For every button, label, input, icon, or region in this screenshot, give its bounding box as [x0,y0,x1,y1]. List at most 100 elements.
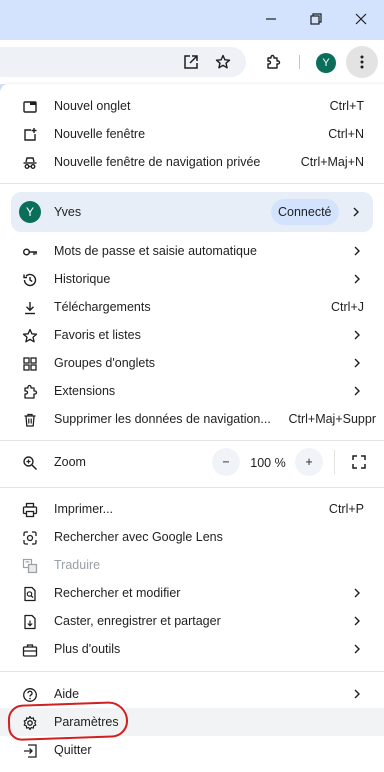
help-icon [23,688,37,702]
menu-item-label: Groupes d'onglets [54,356,156,370]
menu-item-cast-save-share[interactable]: Caster, enregistrer et partager [0,607,384,635]
menu-item-label: Traduire [54,558,101,572]
toolbar-separator [299,55,300,69]
chrome-main-menu: Nouvel onglet Ctrl+T Nouvelle fenêtre Ct… [0,84,384,772]
open-in-app-button[interactable] [177,48,205,76]
close-window-button[interactable] [344,4,378,34]
chevron-right-icon [354,358,360,368]
puzzle-icon [24,384,38,399]
extensions-button[interactable] [259,48,287,76]
google-lens-icon [23,531,37,545]
menu-divider [0,183,384,184]
menu-item-label: Rechercher avec Google Lens [54,530,223,544]
menu-item-label: Téléchargements [54,300,151,314]
zoom-icon [23,456,38,471]
chevron-right-icon [354,274,360,284]
puzzle-icon [267,54,281,69]
menu-item-translate: Traduire [0,551,384,579]
menu-item-label: Supprimer les données de navigation... [54,412,271,426]
menu-item-passwords[interactable]: Mots de passe et saisie automatique [0,237,384,265]
menu-item-label: Quitter [54,743,92,757]
menu-item-clear-browsing-data[interactable]: Supprimer les données de navigation... C… [0,405,384,433]
exit-icon [24,744,37,758]
title-bar [0,0,384,40]
menu-item-label: Mots de passe et saisie automatique [54,244,257,258]
fullscreen-button[interactable] [345,448,373,476]
chevron-right-icon [354,616,360,626]
menu-item-label: Nouvelle fenêtre [54,127,146,141]
incognito-icon [23,157,37,169]
tab-groups-icon [23,357,37,371]
shortcut-label: Ctrl+J [331,300,364,314]
menu-item-find-and-edit[interactable]: Rechercher et modifier [0,579,384,607]
history-icon [23,273,37,287]
sync-status-badge: Connecté [271,199,339,225]
menu-divider [0,671,384,672]
chevron-right-icon [354,588,360,598]
red-annotation-circle [7,700,129,742]
translate-icon [22,558,38,574]
menu-item-incognito-window[interactable]: Nouvelle fenêtre de navigation privée Ct… [0,148,384,176]
menu-item-extensions[interactable]: Extensions [0,377,384,405]
restore-button[interactable] [299,4,333,34]
menu-item-quit[interactable]: Quitter [0,736,384,764]
shortcut-label: Ctrl+P [328,502,364,516]
profile-row[interactable]: Y Yves Connecté [11,192,373,232]
menu-item-bookmarks[interactable]: Favoris et listes [0,321,384,349]
zoom-out-button[interactable]: − [212,448,240,476]
fullscreen-icon [352,455,366,469]
menu-item-print[interactable]: Imprimer... Ctrl+P [0,495,384,523]
menu-item-label: Historique [54,272,111,286]
download-icon [25,302,35,315]
new-window-icon [24,128,37,141]
menu-item-history[interactable]: Historique [0,265,384,293]
new-tab-icon [23,101,37,113]
printer-icon [22,502,38,518]
zoom-in-button[interactable]: + [295,448,323,476]
star-icon [215,54,231,69]
menu-item-label: Favoris et listes [54,328,141,342]
bookmark-star-button[interactable] [209,48,237,76]
menu-item-tab-groups[interactable]: Groupes d'onglets [0,349,384,377]
toolbox-icon [22,644,38,657]
profile-avatar-button[interactable]: Y [316,53,336,73]
menu-item-label: Aide [54,687,80,701]
trash-icon [24,413,36,427]
star-icon [22,328,38,343]
chevron-right-icon [354,330,360,340]
menu-item-label: Rechercher et modifier [54,586,181,600]
save-share-icon [24,614,36,630]
menu-divider [0,487,384,488]
menu-item-new-tab[interactable]: Nouvel onglet Ctrl+T [0,92,384,120]
menu-item-zoom: Zoom [0,448,384,476]
shortcut-label: Ctrl+T [329,99,364,113]
menu-item-google-lens[interactable]: Rechercher avec Google Lens [0,523,384,551]
chrome-menu-button[interactable] [346,46,378,78]
profile-avatar: Y [19,201,41,223]
minimize-icon [266,18,276,20]
chevron-right-icon [354,644,360,654]
menu-item-label: Caster, enregistrer et partager [54,614,221,628]
shortcut-label: Ctrl+Maj+N [300,155,364,169]
shortcut-label: Ctrl+Maj+Suppr [288,412,376,426]
chevron-right-icon [354,246,360,256]
minimize-button[interactable] [254,4,288,34]
menu-item-downloads[interactable]: Téléchargements Ctrl+J [0,293,384,321]
menu-item-more-tools[interactable]: Plus d'outils [0,635,384,663]
menu-item-label: Nouvelle fenêtre de navigation privée [54,155,261,169]
close-icon [355,13,367,25]
menu-item-label: Plus d'outils [54,642,121,656]
chevron-right-icon [354,689,360,699]
kebab-menu-icon [360,55,364,69]
menu-item-label: Extensions [54,384,116,398]
chevron-right-icon [354,386,360,396]
menu-item-label: Imprimer... [54,502,114,516]
zoom-level: 100 % [250,456,286,470]
restore-icon [310,13,322,25]
shortcut-label: Ctrl+N [328,127,364,141]
profile-name: Yves [54,205,82,219]
open-external-icon [184,55,198,69]
zoom-separator [334,450,335,474]
menu-item-label: Nouvel onglet [54,99,131,113]
menu-item-new-window[interactable]: Nouvelle fenêtre Ctrl+N [0,120,384,148]
